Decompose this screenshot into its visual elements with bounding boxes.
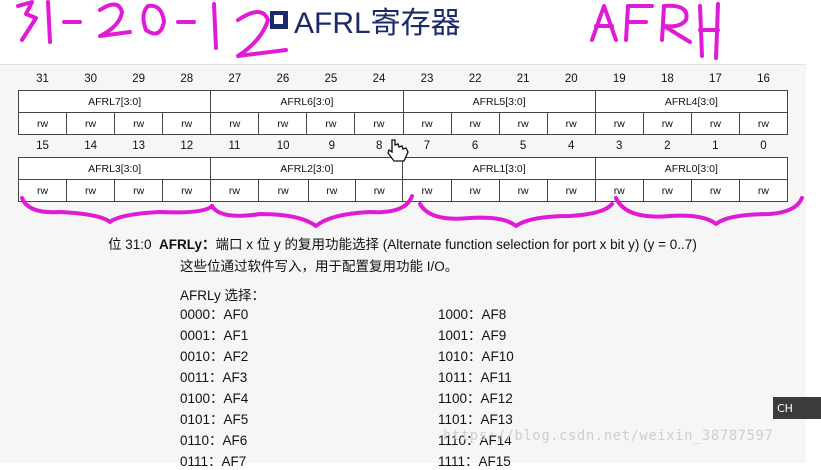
ime-badge[interactable]: CH xyxy=(773,397,821,419)
hand-cursor-icon xyxy=(387,139,409,162)
ime-badge-label: CH xyxy=(777,401,793,415)
scribble-stroke xyxy=(16,0,38,42)
handwritten-annotations xyxy=(16,0,804,228)
watermark: https://blog.csdn.net/weixin_38787597 xyxy=(443,428,774,444)
